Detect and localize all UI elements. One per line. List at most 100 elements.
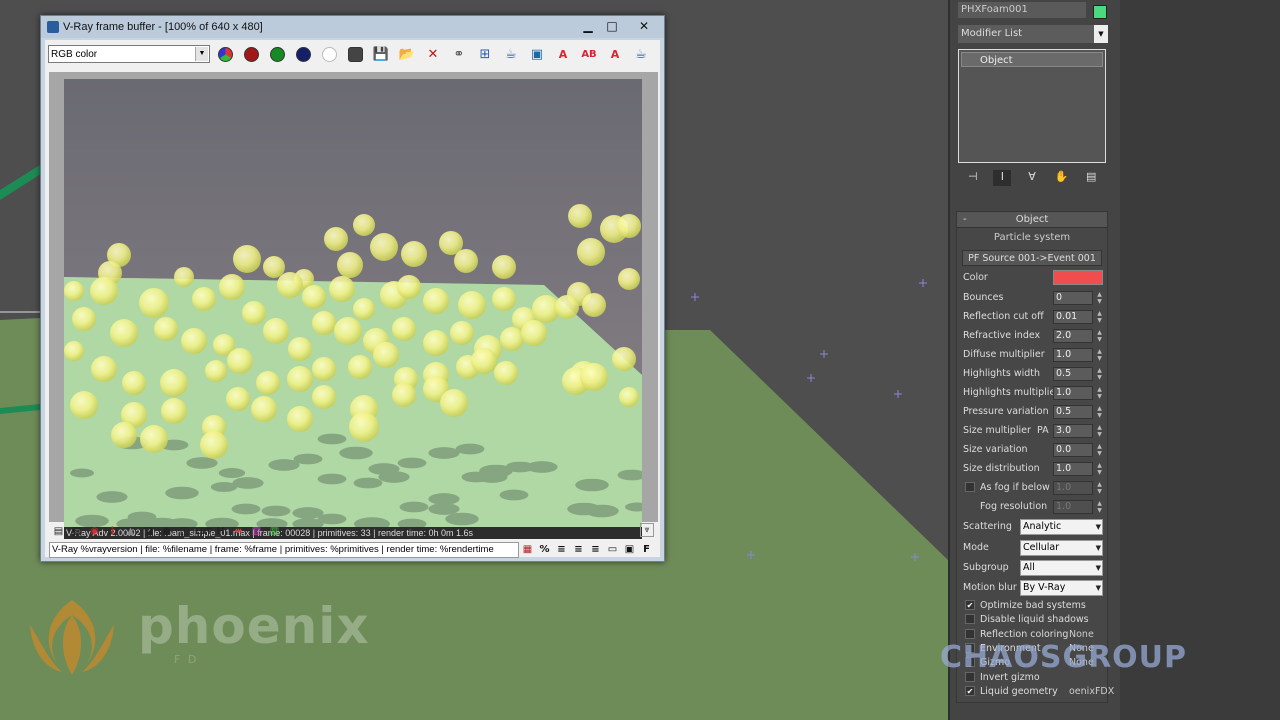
liquid-geometry-map-button[interactable]: oenixFDX — [1069, 686, 1114, 697]
align-left-icon[interactable]: ≡ — [553, 542, 570, 558]
exposure-icon[interactable]: ● — [159, 524, 174, 539]
close-button[interactable]: ✕ — [624, 19, 664, 35]
compare-a-icon[interactable]: A — [552, 43, 574, 65]
fog-if-below-value[interactable]: 1.0 — [1053, 481, 1093, 495]
chaosgroup-watermark: CHAOSGROUP — [940, 640, 1188, 675]
show-end-result-icon[interactable]: I — [993, 170, 1012, 186]
teapot-render-icon[interactable]: ☕ — [500, 43, 522, 65]
size-multiplier-value[interactable]: 3.0 — [1053, 424, 1093, 438]
lut-grid-icon[interactable]: ▦ — [69, 524, 84, 539]
object-name-field[interactable]: PHXFoam001 — [958, 2, 1086, 18]
rollout-header[interactable]: - Object — [957, 212, 1107, 228]
foam-bubble — [492, 287, 516, 311]
modifier-stack[interactable]: Object — [958, 49, 1106, 163]
reflection-coloring-checkbox[interactable] — [965, 629, 975, 639]
fog-if-below-checkbox[interactable] — [965, 482, 975, 492]
fog-resolution-value[interactable]: 1.0 — [1053, 500, 1093, 514]
diffuse-multiplier-value[interactable]: 1.0 — [1053, 348, 1093, 362]
spinner-arrows-icon[interactable]: ▲ ▼ — [1096, 424, 1103, 438]
info-icon[interactable]: i — [105, 524, 120, 539]
clear-icon[interactable]: ✕ — [422, 43, 444, 65]
spinner-arrows-icon[interactable]: ▲ ▼ — [1096, 462, 1103, 476]
align-right-icon[interactable]: ≡ — [587, 542, 604, 558]
render-image-area[interactable]: V-Ray Adv 2.00.02 | file: foam_simple_01… — [49, 72, 658, 539]
srgb-icon[interactable]: ▥ — [249, 524, 264, 539]
histogram-h-button[interactable]: H — [213, 524, 228, 539]
color-icon[interactable]: ◉ — [87, 524, 102, 539]
region-render-icon[interactable]: ⊞ — [474, 43, 496, 65]
green-channel-button[interactable] — [266, 43, 288, 65]
remove-modifier-icon[interactable]: ✋ — [1053, 170, 1071, 186]
levels-icon[interactable]: ◫ — [177, 524, 192, 539]
color-swatch[interactable] — [1053, 270, 1103, 285]
alpha-channel-button[interactable] — [318, 43, 340, 65]
rgb-channels-button[interactable] — [214, 43, 236, 65]
optimize-bad-systems-checkbox[interactable]: ✔ — [965, 600, 975, 610]
spinner-arrows-icon[interactable]: ▲ ▼ — [1096, 348, 1103, 362]
stamp-image-icon[interactable]: ▦ — [519, 542, 536, 558]
scattering-dropdown[interactable]: Analytic ▼ — [1020, 519, 1103, 535]
spinner-arrows-icon[interactable]: ▲ ▼ — [1096, 291, 1103, 305]
window-icon[interactable]: ▭ — [604, 542, 621, 558]
reflection-coloring-map-button[interactable]: None — [1069, 629, 1094, 640]
disable-liquid-shadows-checkbox[interactable] — [965, 614, 975, 624]
stamp-percent-button[interactable]: % — [536, 542, 553, 558]
align-center-icon[interactable]: ≡ — [570, 542, 587, 558]
bounces-value[interactable]: 0 — [1053, 291, 1093, 305]
spinner-arrows-icon[interactable]: ▲ ▼ — [1096, 386, 1103, 400]
spinner-arrows-icon[interactable]: ▲ ▼ — [1096, 310, 1103, 324]
mode-dropdown[interactable]: Cellular ▼ — [1020, 540, 1103, 556]
stack-item-object[interactable]: Object — [961, 52, 1103, 67]
liquid-geometry-checkbox[interactable]: ✔ — [965, 686, 975, 696]
pin-stack-icon[interactable]: ⊣ — [964, 170, 982, 186]
pressure-variation-value[interactable]: 0.5 — [1053, 405, 1093, 419]
open-folder-icon[interactable]: 📂 — [396, 43, 418, 65]
highlights-width-value[interactable]: 0.5 — [1053, 367, 1093, 381]
object-color-swatch[interactable] — [1093, 5, 1107, 19]
stamp-font-button[interactable]: F — [638, 542, 655, 558]
make-unique-icon[interactable]: ∀ — [1023, 170, 1041, 186]
foam-bubble — [263, 256, 285, 278]
curve-icon[interactable]: ◪ — [141, 524, 156, 539]
save-icon[interactable]: 💾 — [370, 43, 392, 65]
spinner-arrows-icon[interactable]: ▲ ▼ — [1096, 481, 1103, 495]
corrections-icon[interactable]: ▲ — [123, 524, 138, 539]
channel-select[interactable]: RGB color ▼ — [48, 45, 210, 63]
subgroup-dropdown[interactable]: All ▼ — [1020, 560, 1103, 576]
spinner-arrows-icon[interactable]: ▲ ▼ — [1096, 405, 1103, 419]
expand-chevron-icon[interactable]: ⩔ — [640, 523, 654, 537]
spinner-arrows-icon[interactable]: ▲ ▼ — [1096, 500, 1103, 514]
compare-b-icon[interactable]: A — [604, 43, 626, 65]
blue-channel-button[interactable] — [292, 43, 314, 65]
ocio-icon[interactable]: ▥ — [267, 524, 282, 539]
modifier-list-dropdown[interactable]: Modifier List ▼ — [958, 25, 1108, 43]
liquid-geometry-row: ✔ Liquid geometry oenixFDX — [963, 684, 1114, 700]
render-last-icon[interactable]: ☕ — [630, 43, 652, 65]
window-alt-icon[interactable]: ▣ — [621, 542, 638, 558]
pf-source-button[interactable]: PF Source 001->Event 001 — [962, 250, 1102, 266]
reflection-cut-off-value[interactable]: 0.01 — [1053, 310, 1093, 324]
track-mouse-icon[interactable]: ▣ — [526, 43, 548, 65]
size-variation-value[interactable]: 0.0 — [1053, 443, 1093, 457]
minimize-button[interactable]: ▁ — [576, 19, 600, 35]
spinner-arrows-icon[interactable]: ▲ ▼ — [1096, 329, 1103, 343]
size-distribution-value[interactable]: 1.0 — [1053, 462, 1093, 476]
vfb-titlebar[interactable]: V-Ray frame buffer - [100% of 640 x 480]… — [41, 16, 664, 38]
spinner-arrows-icon[interactable]: ▲ ▼ — [1096, 367, 1103, 381]
lut-button[interactable]: LUT — [195, 524, 212, 539]
stamp-text-field[interactable]: V-Ray %vrayversion | file: %filename | f… — [49, 542, 519, 558]
foam-bubble — [256, 371, 280, 395]
refractive-index-value[interactable]: 2.0 — [1053, 329, 1093, 343]
motion-blur-dropdown[interactable]: By V-Ray ▼ — [1020, 580, 1103, 596]
mono-button[interactable] — [344, 43, 366, 65]
red-channel-button[interactable] — [240, 43, 262, 65]
configure-sets-icon[interactable]: ▤ — [1082, 170, 1100, 186]
link-icon[interactable]: ⚭ — [448, 43, 470, 65]
spinner-arrows-icon[interactable]: ▲ ▼ — [1096, 443, 1103, 457]
vray-frame-buffer-window[interactable]: V-Ray frame buffer - [100% of 640 x 480]… — [40, 15, 665, 562]
highlights-multiplier-value[interactable]: 1.0 — [1053, 386, 1093, 400]
maximize-button[interactable]: □ — [600, 19, 624, 35]
compare-ab-icon[interactable]: AB — [578, 43, 600, 65]
pixel-aspect-icon[interactable]: ⇹ — [231, 524, 246, 539]
stamp-icon[interactable]: ▤ — [51, 524, 66, 539]
